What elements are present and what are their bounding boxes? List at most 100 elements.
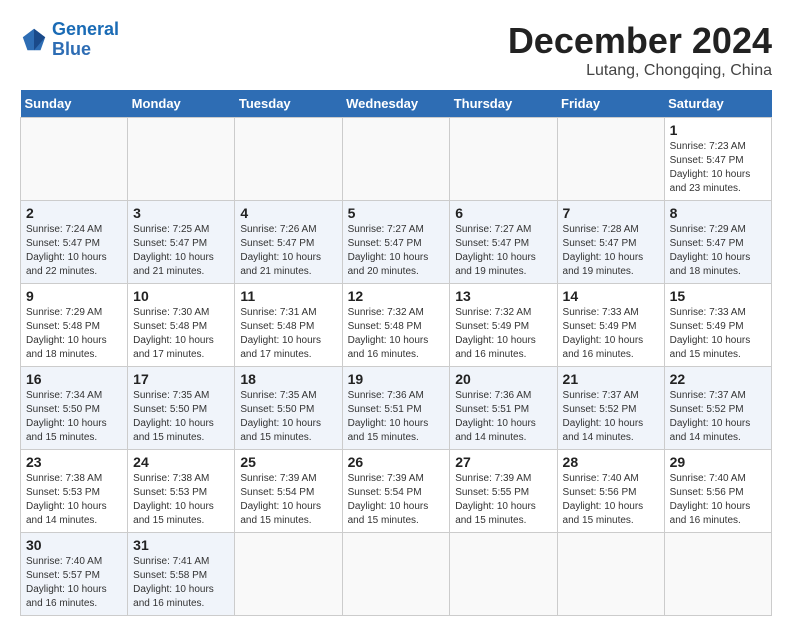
- calendar-cell: 11Sunrise: 7:31 AM Sunset: 5:48 PM Dayli…: [235, 284, 342, 367]
- calendar-cell: 24Sunrise: 7:38 AM Sunset: 5:53 PM Dayli…: [128, 450, 235, 533]
- calendar-cell: 26Sunrise: 7:39 AM Sunset: 5:54 PM Dayli…: [342, 450, 450, 533]
- day-info: Sunrise: 7:27 AM Sunset: 5:47 PM Dayligh…: [455, 223, 551, 279]
- calendar-header-row: SundayMondayTuesdayWednesdayThursdayFrid…: [21, 90, 772, 118]
- calendar-cell: 28 Sunrise: 7:40 AM Sunset: 5:56 PM Dayli…: [557, 450, 664, 533]
- calendar-cell: 23 Sunrise: 7:38 AM Sunset: 5:53 PM Dayli…: [21, 450, 128, 533]
- day-number: 20: [455, 371, 551, 387]
- logo-line1: General: [52, 19, 119, 39]
- day-info: Sunrise: 7:32 AM Sunset: 5:48 PM Dayligh…: [348, 306, 445, 362]
- header-monday: Monday: [128, 90, 235, 118]
- header-wednesday: Wednesday: [342, 90, 450, 118]
- day-info: Sunrise: 7:23 AM Sunset: 5:47 PM Dayligh…: [670, 140, 766, 196]
- day-number: 5: [348, 205, 445, 221]
- calendar-week-5: 30 Sunrise: 7:40 AM Sunset: 5:57 PM Dayli…: [21, 533, 772, 616]
- calendar-cell: 6 Sunrise: 7:27 AM Sunset: 5:47 PM Daylig…: [450, 201, 557, 284]
- day-number: 23: [26, 454, 122, 470]
- calendar-cell: 1 Sunrise: 7:23 AM Sunset: 5:47 PM Daylig…: [664, 118, 771, 201]
- title-area: December 2024 Lutang, Chongqing, China: [508, 20, 772, 80]
- day-number: 14: [563, 288, 659, 304]
- calendar-week-3: 16Sunrise: 7:34 AM Sunset: 5:50 PM Dayli…: [21, 367, 772, 450]
- day-number: 25: [240, 454, 336, 470]
- day-info: Sunrise: 7:39 AM Sunset: 5:54 PM Dayligh…: [240, 472, 336, 528]
- calendar-cell: 15Sunrise: 7:33 AM Sunset: 5:49 PM Dayli…: [664, 284, 771, 367]
- day-info: Sunrise: 7:26 AM Sunset: 5:47 PM Dayligh…: [240, 223, 336, 279]
- calendar-cell: 3 Sunrise: 7:25 AM Sunset: 5:47 PM Daylig…: [128, 201, 235, 284]
- day-number: 9: [26, 288, 122, 304]
- day-number: 1: [670, 122, 766, 138]
- day-info: Sunrise: 7:40 AM Sunset: 5:57 PM Dayligh…: [26, 555, 122, 611]
- day-info: Sunrise: 7:36 AM Sunset: 5:51 PM Dayligh…: [348, 389, 445, 445]
- calendar-cell: 22 Sunrise: 7:37 AM Sunset: 5:52 PM Dayli…: [664, 367, 771, 450]
- day-number: 27: [455, 454, 551, 470]
- day-info: Sunrise: 7:24 AM Sunset: 5:47 PM Dayligh…: [26, 223, 122, 279]
- day-number: 29: [670, 454, 766, 470]
- calendar-cell: [128, 118, 235, 201]
- calendar-cell: 30 Sunrise: 7:40 AM Sunset: 5:57 PM Dayli…: [21, 533, 128, 616]
- day-info: Sunrise: 7:40 AM Sunset: 5:56 PM Dayligh…: [563, 472, 659, 528]
- day-info: Sunrise: 7:37 AM Sunset: 5:52 PM Dayligh…: [563, 389, 659, 445]
- day-info: Sunrise: 7:41 AM Sunset: 5:58 PM Dayligh…: [133, 555, 229, 611]
- calendar-week-4: 23 Sunrise: 7:38 AM Sunset: 5:53 PM Dayli…: [21, 450, 772, 533]
- day-number: 13: [455, 288, 551, 304]
- calendar-title: December 2024: [508, 20, 772, 62]
- day-info: Sunrise: 7:29 AM Sunset: 5:47 PM Dayligh…: [670, 223, 766, 279]
- day-info: Sunrise: 7:35 AM Sunset: 5:50 PM Dayligh…: [240, 389, 336, 445]
- calendar-cell: 14Sunrise: 7:33 AM Sunset: 5:49 PM Dayli…: [557, 284, 664, 367]
- day-number: 30: [26, 537, 122, 553]
- day-number: 10: [133, 288, 229, 304]
- calendar-cell: 5Sunrise: 7:27 AM Sunset: 5:47 PM Daylig…: [342, 201, 450, 284]
- day-number: 6: [455, 205, 551, 221]
- calendar-cell: 2 Sunrise: 7:24 AM Sunset: 5:47 PM Daylig…: [21, 201, 128, 284]
- day-info: Sunrise: 7:37 AM Sunset: 5:52 PM Dayligh…: [670, 389, 766, 445]
- calendar-week-0: 1 Sunrise: 7:23 AM Sunset: 5:47 PM Daylig…: [21, 118, 772, 201]
- header-thursday: Thursday: [450, 90, 557, 118]
- header-sunday: Sunday: [21, 90, 128, 118]
- day-info: Sunrise: 7:40 AM Sunset: 5:56 PM Dayligh…: [670, 472, 766, 528]
- header-tuesday: Tuesday: [235, 90, 342, 118]
- logo-icon: [20, 26, 48, 54]
- calendar-cell: 16Sunrise: 7:34 AM Sunset: 5:50 PM Dayli…: [21, 367, 128, 450]
- day-info: Sunrise: 7:25 AM Sunset: 5:47 PM Dayligh…: [133, 223, 229, 279]
- day-number: 3: [133, 205, 229, 221]
- header: General Blue December 2024 Lutang, Chong…: [20, 20, 772, 80]
- calendar-cell: [450, 533, 557, 616]
- calendar-week-1: 2 Sunrise: 7:24 AM Sunset: 5:47 PM Daylig…: [21, 201, 772, 284]
- calendar-cell: 10 Sunrise: 7:30 AM Sunset: 5:48 PM Dayli…: [128, 284, 235, 367]
- day-number: 18: [240, 371, 336, 387]
- calendar-cell: [664, 533, 771, 616]
- calendar-cell: 20 Sunrise: 7:36 AM Sunset: 5:51 PM Dayli…: [450, 367, 557, 450]
- day-info: Sunrise: 7:39 AM Sunset: 5:54 PM Dayligh…: [348, 472, 445, 528]
- calendar-cell: 7 Sunrise: 7:28 AM Sunset: 5:47 PM Daylig…: [557, 201, 664, 284]
- calendar-cell: 25 Sunrise: 7:39 AM Sunset: 5:54 PM Dayli…: [235, 450, 342, 533]
- day-number: 31: [133, 537, 229, 553]
- calendar-cell: 8Sunrise: 7:29 AM Sunset: 5:47 PM Daylig…: [664, 201, 771, 284]
- day-number: 28: [563, 454, 659, 470]
- day-info: Sunrise: 7:36 AM Sunset: 5:51 PM Dayligh…: [455, 389, 551, 445]
- logo-line2: Blue: [52, 39, 91, 59]
- calendar-table: SundayMondayTuesdayWednesdayThursdayFrid…: [20, 90, 772, 616]
- day-number: 16: [26, 371, 122, 387]
- day-info: Sunrise: 7:35 AM Sunset: 5:50 PM Dayligh…: [133, 389, 229, 445]
- header-friday: Friday: [557, 90, 664, 118]
- calendar-cell: [557, 533, 664, 616]
- logo: General Blue: [20, 20, 119, 60]
- day-number: 24: [133, 454, 229, 470]
- calendar-cell: 12Sunrise: 7:32 AM Sunset: 5:48 PM Dayli…: [342, 284, 450, 367]
- day-number: 15: [670, 288, 766, 304]
- calendar-cell: [235, 533, 342, 616]
- day-info: Sunrise: 7:28 AM Sunset: 5:47 PM Dayligh…: [563, 223, 659, 279]
- day-info: Sunrise: 7:38 AM Sunset: 5:53 PM Dayligh…: [26, 472, 122, 528]
- calendar-cell: 18 Sunrise: 7:35 AM Sunset: 5:50 PM Dayli…: [235, 367, 342, 450]
- day-number: 2: [26, 205, 122, 221]
- calendar-cell: [342, 118, 450, 201]
- day-info: Sunrise: 7:32 AM Sunset: 5:49 PM Dayligh…: [455, 306, 551, 362]
- day-info: Sunrise: 7:30 AM Sunset: 5:48 PM Dayligh…: [133, 306, 229, 362]
- calendar-cell: 29 Sunrise: 7:40 AM Sunset: 5:56 PM Dayli…: [664, 450, 771, 533]
- calendar-cell: [235, 118, 342, 201]
- day-number: 22: [670, 371, 766, 387]
- day-number: 11: [240, 288, 336, 304]
- day-number: 17: [133, 371, 229, 387]
- day-number: 7: [563, 205, 659, 221]
- calendar-cell: 21Sunrise: 7:37 AM Sunset: 5:52 PM Dayli…: [557, 367, 664, 450]
- day-info: Sunrise: 7:39 AM Sunset: 5:55 PM Dayligh…: [455, 472, 551, 528]
